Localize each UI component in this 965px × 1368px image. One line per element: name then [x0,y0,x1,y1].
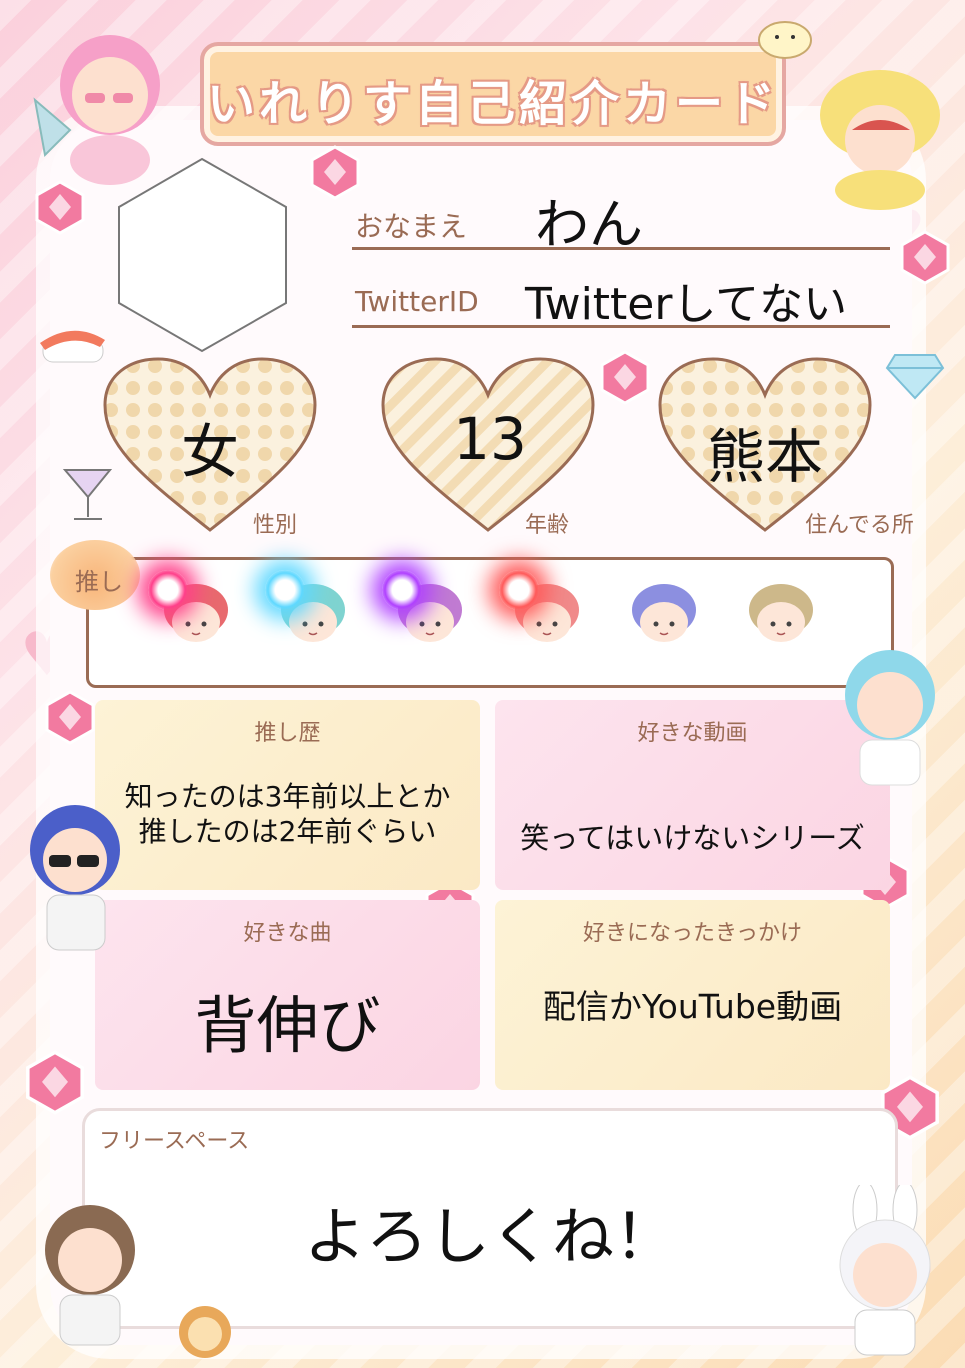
photo-hexagon[interactable] [115,155,290,355]
history-panel: 推し歴 知ったのは3年前以上とか 推したのは2年前ぐらい [95,700,480,890]
twitter-value[interactable]: Twitterしてない [525,268,847,332]
gem-icon [900,230,950,285]
character-pink-hair-icon [33,35,160,185]
character-sunglasses-icon [30,805,120,951]
twitter-underline [352,325,890,328]
card-title: いれりす自己紹介カード [206,76,779,132]
gem-icon [26,1050,84,1115]
gem-icon [600,350,650,405]
trigger-title: 好きになったきっかけ [582,921,803,946]
fav-video-text[interactable]: 笑ってはいけないシリーズ [495,815,890,857]
card-title-plate: いれりす自己紹介カード [200,42,786,146]
age-value[interactable]: 13 [430,405,550,473]
free-space-panel: フリースペース よろしくね！ [82,1108,898,1329]
fav-song-title: 好きな曲 [243,921,332,946]
character-brown-hair-icon [45,1205,135,1346]
cocktail-icon [62,469,113,520]
sushi-icon [40,330,105,363]
twitter-label: TwitterID [355,285,479,318]
diamond-icon [885,354,945,400]
oshi-tag: 推し [50,540,140,610]
gem-icon [45,690,95,745]
oshi-selected-glow [148,570,188,610]
free-space-title: フリースペース [99,1129,250,1154]
oshi-selected-glow [265,570,305,610]
trigger-text[interactable]: 配信かYouTube動画 [495,980,890,1028]
history-text-line2[interactable]: 推したのは2年前ぐらい [95,810,480,850]
oshi-selected-glow [499,570,539,610]
oshi-label: 推し [75,568,123,596]
location-label: 住んでる所 [805,513,914,538]
gem-icon [35,180,85,235]
history-text-line1[interactable]: 知ったのは3年前以上とか [95,775,480,815]
gender-label: 性別 [253,513,298,538]
character-chick-hat-icon [820,70,940,210]
oshi-selected-glow [382,570,422,610]
character-blue-hair-icon [845,650,935,786]
trigger-panel: 好きになったきっかけ 配信かYouTube動画 [495,900,890,1090]
gem-icon [310,145,360,200]
chick-icon [758,21,812,59]
name-label: おなまえ [355,210,468,243]
fav-song-panel: 好きな曲 背伸び [95,900,480,1090]
lion-icon [179,1306,231,1358]
free-space-text[interactable]: よろしくね！ [85,1186,895,1276]
fav-song-text[interactable]: 背伸び [95,975,480,1065]
oshi-member-6[interactable] [745,580,817,646]
age-label: 年齢 [525,513,570,538]
location-value[interactable]: 熊本 [690,410,840,494]
oshi-member-5[interactable] [628,580,700,646]
name-underline [352,247,890,250]
character-white-bunny-icon [839,1185,931,1356]
history-title: 推し歴 [254,721,321,746]
gender-value[interactable]: 女 [150,405,270,489]
